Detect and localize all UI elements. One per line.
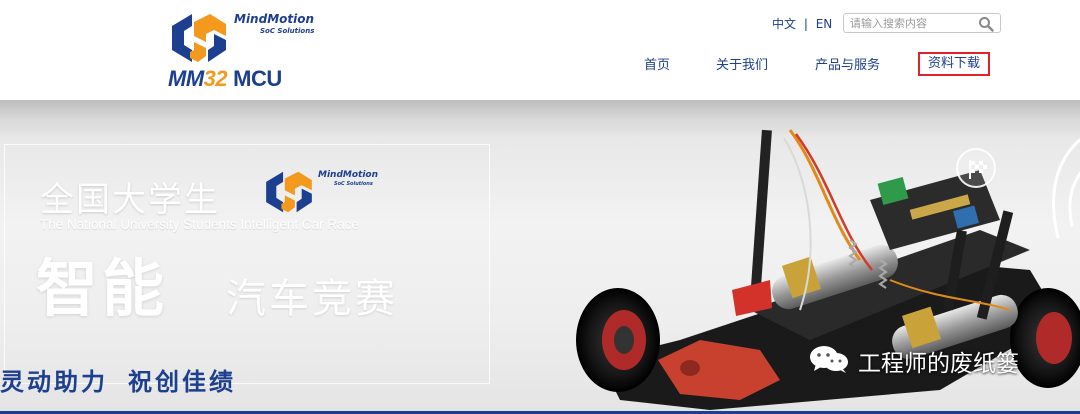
nav-item-products[interactable]: 产品与服务 — [815, 54, 880, 78]
checkered-flag-button[interactable] — [956, 148, 996, 188]
watermark-text: 工程师的废纸篓 — [858, 351, 1019, 377]
slogan-part-1: 灵动助力 — [0, 368, 108, 396]
wechat-icon — [810, 346, 848, 373]
banner-title-cn: 全国大学生 — [40, 180, 220, 220]
logo-brand-text: MindMotion — [234, 12, 315, 26]
banner-subtitle-en: The National University Students Intelli… — [40, 217, 359, 232]
search-icon[interactable] — [978, 16, 994, 32]
checkered-flag-icon — [969, 160, 987, 179]
nav-item-home[interactable]: 首页 — [644, 54, 670, 78]
lang-en-link[interactable]: EN — [816, 17, 833, 31]
banner-slogan: 灵动助力 祝创佳绩 — [0, 362, 236, 397]
slogan-part-2: 祝创佳绩 — [128, 368, 236, 396]
main-nav: 首页 关于我们 产品与服务 资料下载 — [0, 52, 1080, 78]
nav-item-downloads[interactable]: 资料下载 — [918, 52, 991, 76]
language-switcher: 中文 | EN — [772, 15, 832, 32]
banner-logo-icon — [266, 171, 312, 213]
banner-mindmotion-logo: MindMotion SoC Solutions — [262, 170, 382, 216]
nav-item-about[interactable]: 关于我们 — [716, 54, 768, 78]
site-header: MindMotion SoC Solutions MM32 MCU 中文 | EN… — [0, 0, 1080, 100]
mm32-logo[interactable]: MindMotion SoC Solutions MM32 MCU — [168, 10, 318, 92]
search-box — [843, 13, 1001, 33]
lang-separator: | — [803, 17, 808, 31]
logo-tagline: SoC Solutions — [260, 27, 315, 35]
banner-title-race: 汽车竞赛 — [226, 276, 398, 322]
lang-zh-link[interactable]: 中文 — [772, 17, 796, 31]
wave-decoration-icon — [1052, 137, 1080, 239]
banner-logo-tagline: SoC Solutions — [334, 181, 373, 187]
banner-logo-brand: MindMotion — [318, 170, 379, 180]
banner-title-big: 智能 — [36, 252, 169, 325]
search-input[interactable] — [850, 15, 976, 31]
